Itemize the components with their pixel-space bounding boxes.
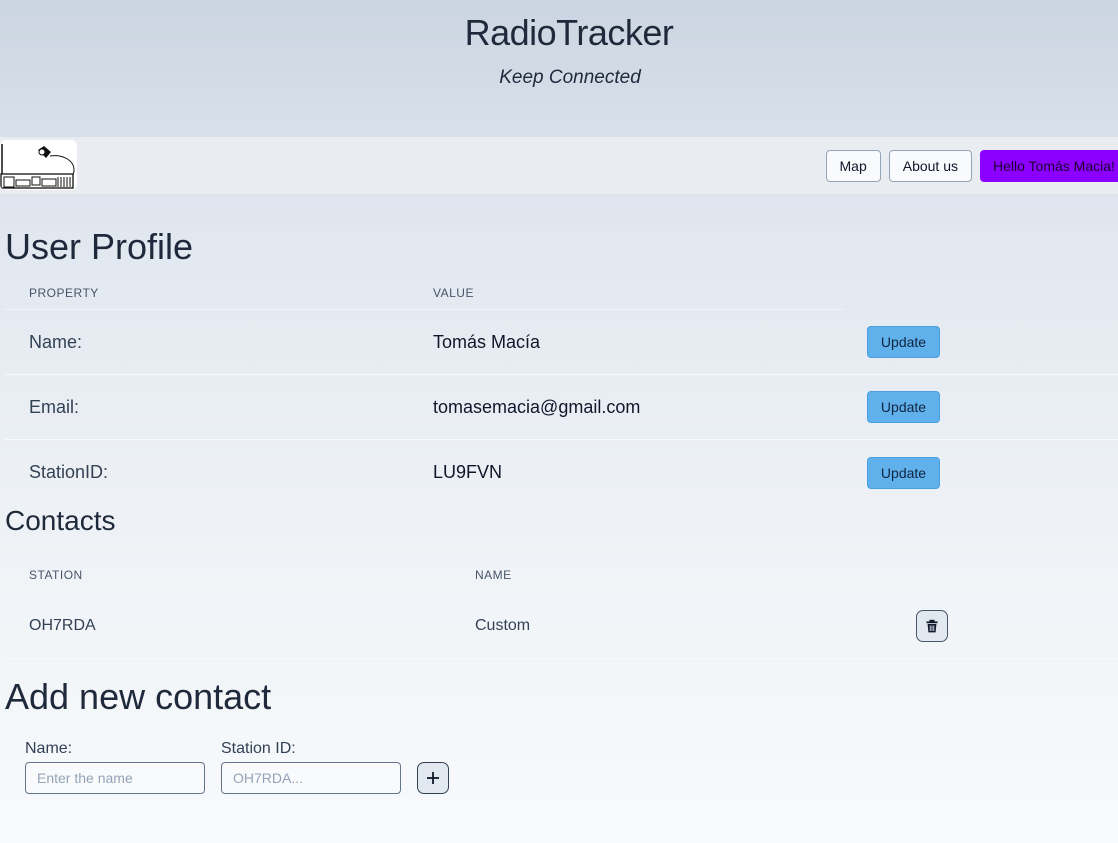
- delete-contact-button[interactable]: [916, 609, 948, 642]
- app-title: RadioTracker: [464, 12, 674, 53]
- user-greeting-button[interactable]: Hello Tomás Macia!: [980, 150, 1118, 182]
- app-header: RadioTracker Keep Connected: [0, 0, 1118, 137]
- nav-buttons: Map About us Hello Tomás Macia!: [825, 150, 1118, 182]
- table-row: Name: Tomás Macía Update: [5, 310, 1118, 375]
- property-email-value: tomasemacia@gmail.com: [433, 396, 641, 417]
- contacts-heading: Contacts: [5, 505, 116, 536]
- navbar: Map About us Hello Tomás Macia!: [0, 137, 1118, 194]
- app-tagline: Keep Connected: [499, 67, 641, 88]
- contact-name-input[interactable]: [25, 762, 205, 794]
- station-field-group: Station ID:: [221, 740, 401, 794]
- contact-name: Custom: [475, 616, 531, 634]
- value-column-header: VALUE: [433, 285, 474, 300]
- trash-icon: [926, 619, 938, 632]
- add-contact-heading: Add new contact: [5, 676, 272, 717]
- profile-table-header: PROPERTY VALUE: [5, 276, 843, 310]
- station-id-input[interactable]: [221, 762, 401, 794]
- name-label: Name:: [25, 740, 73, 757]
- station-column-header: STATION: [29, 568, 83, 582]
- user-profile-table: PROPERTY VALUE Name: Tomás Macía Update …: [5, 276, 1118, 505]
- table-row: OH7RDA Custom: [5, 593, 1118, 659]
- about-us-button[interactable]: About us: [888, 150, 972, 182]
- property-name-value: Tomás Macía: [433, 331, 541, 352]
- name-field-group: Name:: [25, 740, 205, 794]
- property-email-label: Email:: [29, 396, 80, 417]
- station-id-label: Station ID:: [221, 740, 296, 757]
- add-contact-form: Name: Station ID:: [25, 740, 449, 794]
- property-column-header: PROPERTY: [29, 285, 99, 300]
- table-row: StationID: LU9FVN Update: [5, 440, 1118, 505]
- property-stationid-value: LU9FVN: [433, 462, 503, 482]
- update-name-button[interactable]: Update: [867, 326, 940, 358]
- property-stationid-label: StationID:: [29, 462, 109, 482]
- contacts-table-header: STATION NAME: [5, 557, 1118, 593]
- name-column-header: NAME: [475, 568, 512, 582]
- update-email-button[interactable]: Update: [867, 391, 940, 423]
- table-row: Email: tomasemacia@gmail.com Update: [5, 375, 1118, 440]
- radio-logo[interactable]: [0, 140, 77, 190]
- property-name-label: Name:: [29, 331, 83, 352]
- user-profile-heading: User Profile: [5, 226, 194, 267]
- map-button[interactable]: Map: [825, 150, 881, 182]
- contacts-table: STATION NAME OH7RDA Custom: [5, 557, 1118, 659]
- update-stationid-button[interactable]: Update: [867, 456, 940, 489]
- contact-station: OH7RDA: [29, 616, 96, 634]
- plus-icon: [427, 772, 439, 784]
- add-contact-button[interactable]: [417, 762, 449, 794]
